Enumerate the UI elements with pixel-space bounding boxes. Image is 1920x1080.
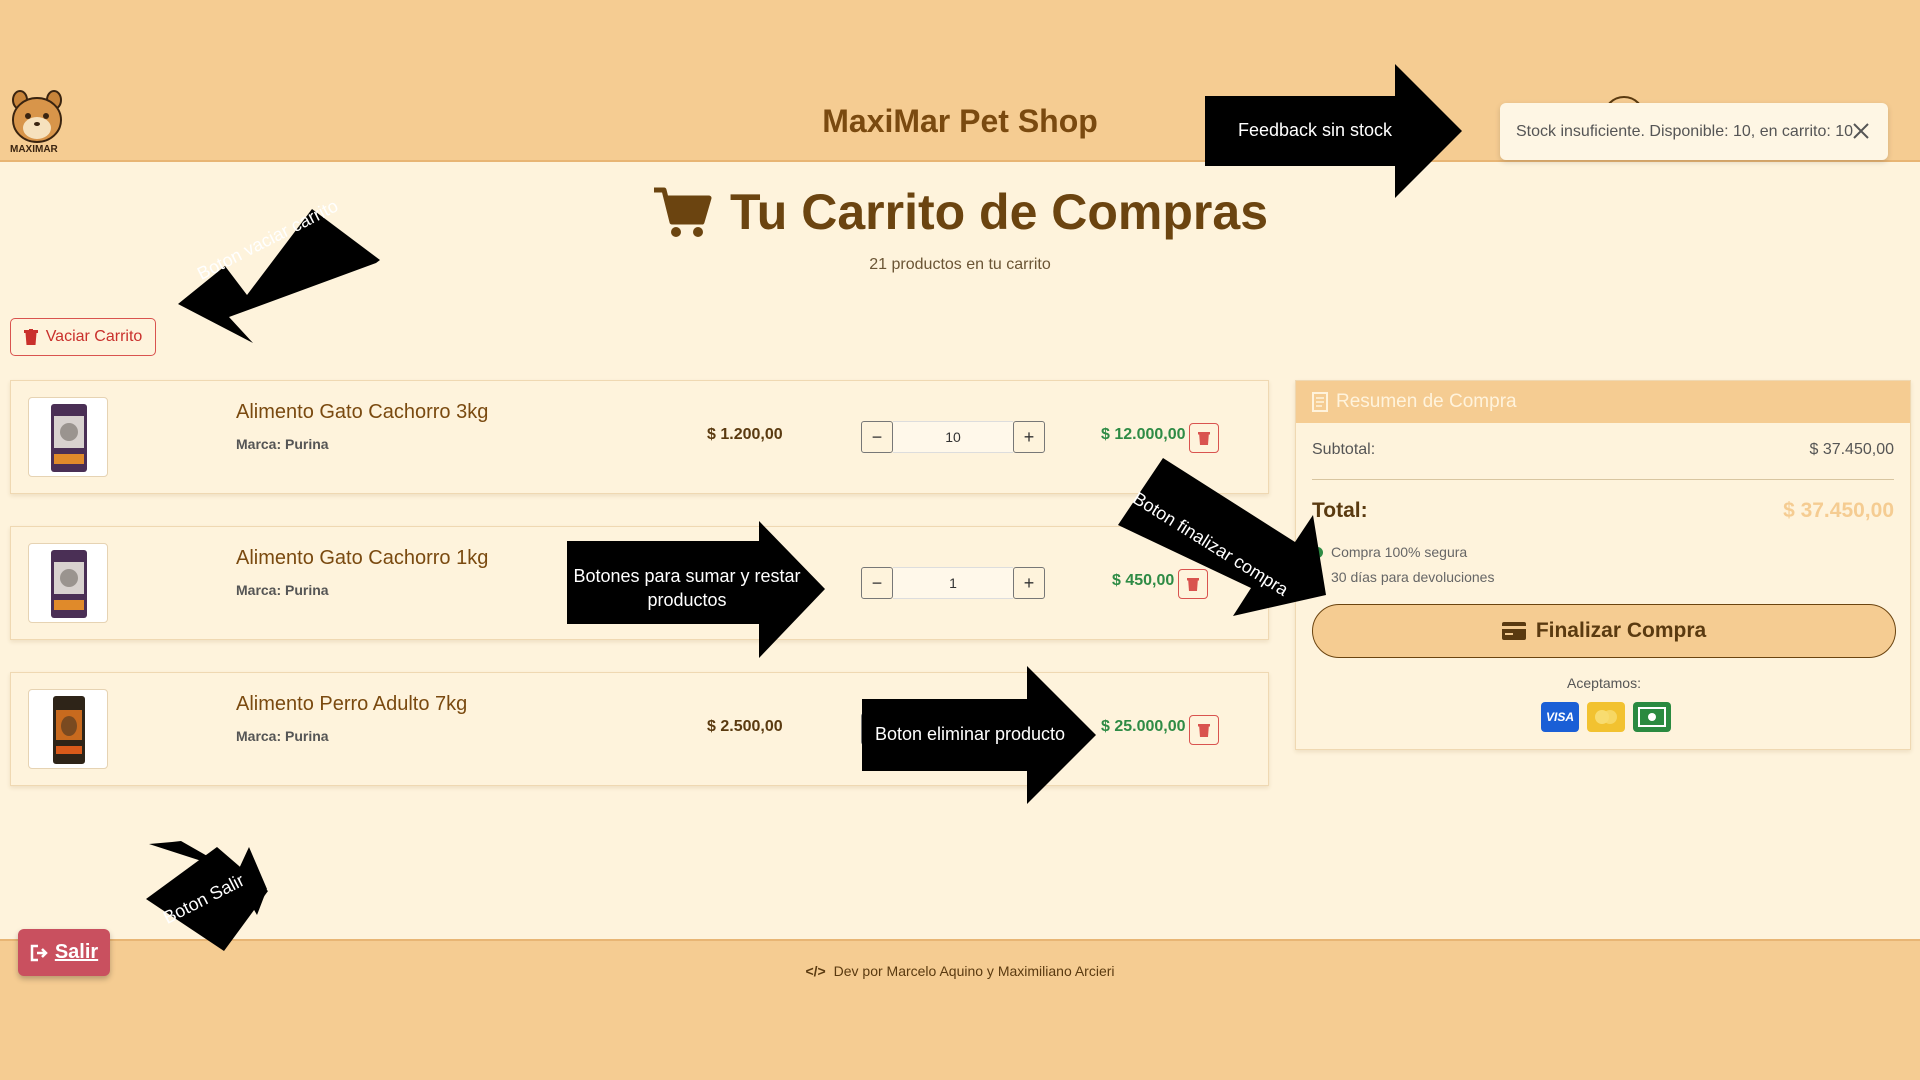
feature-text: 30 días para devoluciones <box>1331 569 1495 585</box>
quantity-stepper: − 1 + <box>861 567 1045 599</box>
trash-icon <box>1198 724 1210 737</box>
payment-methods: VISA <box>1541 702 1671 732</box>
product-image <box>28 397 108 477</box>
toast-message: Stock insuficiente. Disponible: 10, en c… <box>1516 122 1854 140</box>
product-image <box>28 543 108 623</box>
stock-toast: Stock insuficiente. Disponible: 10, en c… <box>1500 103 1888 160</box>
empty-cart-button[interactable]: Vaciar Carrito <box>10 318 156 356</box>
line-total: $ 450,00 <box>1112 572 1175 589</box>
footer: </> Dev por Marcelo Aquino y Maximiliano… <box>0 939 1920 1080</box>
unit-price: $ 1.200,00 <box>707 426 783 443</box>
decrease-button[interactable]: − <box>861 567 893 599</box>
annotation-qty-line-2: productos <box>647 590 727 610</box>
total-label: Total: <box>1312 499 1368 522</box>
sign-out-icon <box>30 944 48 961</box>
cart-count: 21 productos en tu carrito <box>869 256 1051 273</box>
shield-icon <box>1312 546 1323 558</box>
summary-header: Resumen de Compra <box>1296 381 1910 423</box>
summary-divider <box>1312 479 1894 480</box>
credit-text: Dev por Marcelo Aquino y Maximiliano Arc… <box>833 963 1115 979</box>
cart-heading: Tu Carrito de Compras <box>729 184 1269 240</box>
cat-food-bag-icon <box>51 550 87 618</box>
return-icon <box>1312 571 1323 583</box>
code-icon: </> <box>805 963 826 979</box>
receipt-icon <box>1312 392 1328 412</box>
feature-text: Compra 100% segura <box>1331 544 1468 560</box>
credit-card-icon <box>1501 622 1526 640</box>
visa-icon: VISA <box>1541 702 1579 732</box>
increase-button[interactable]: + <box>1013 567 1045 599</box>
product-brand: Marca: Purina <box>236 728 329 744</box>
cat-food-bag-icon <box>51 404 87 472</box>
checkout-button[interactable]: Finalizar Compra <box>1312 604 1896 658</box>
line-total: $ 12.000,00 <box>1101 426 1186 443</box>
annotation-qty-line-1: Botones para sumar y restar <box>573 566 801 586</box>
total-value: $ 37.450,00 <box>1783 499 1894 522</box>
line-total: $ 25.000,00 <box>1101 718 1186 735</box>
order-summary: Resumen de Compra Subtotal: $ 37.450,00 … <box>1295 380 1911 750</box>
shopping-cart-icon <box>653 187 712 237</box>
footer-credit: </> Dev por Marcelo Aquino y Maximiliano… <box>0 963 1920 979</box>
quantity-stepper: − 10 + <box>861 421 1045 453</box>
increase-button[interactable]: + <box>1013 421 1045 453</box>
checkout-label: Finalizar Compra <box>1535 619 1707 642</box>
delete-item-button[interactable] <box>1189 715 1219 745</box>
quantity-value[interactable]: 1 <box>893 567 1013 599</box>
product-name: Alimento Perro Adulto 7kg <box>236 693 468 715</box>
summary-title: Resumen de Compra <box>1336 391 1517 412</box>
subtotal-row: Subtotal: $ 37.450,00 <box>1312 441 1894 459</box>
close-icon[interactable] <box>1850 120 1872 142</box>
exit-button[interactable]: Salir <box>18 929 110 976</box>
exit-label: Salir <box>54 941 99 963</box>
trash-icon <box>1187 578 1199 591</box>
mastercard-icon <box>1587 702 1625 732</box>
quantity-value[interactable]: 10 <box>893 421 1013 453</box>
total-row: Total: $ 37.450,00 <box>1312 499 1894 523</box>
annotation-stock-feedback: Feedback sin stock <box>1237 120 1393 140</box>
annotation-delete-product: Boton eliminar producto <box>874 724 1066 744</box>
product-brand: Marca: Purina <box>236 436 329 452</box>
accept-label: Aceptamos: <box>1567 675 1641 691</box>
product-name: Alimento Gato Cachorro 1kg <box>236 547 489 569</box>
delete-item-button[interactable] <box>1189 423 1219 453</box>
product-image <box>28 689 108 769</box>
unit-price: $ 2.500,00 <box>707 718 783 735</box>
annotation-exit: Boton Salir <box>160 870 248 928</box>
subtotal-label: Subtotal: <box>1312 441 1376 458</box>
decrease-button[interactable]: − <box>861 421 893 453</box>
cart-item: Alimento Gato Cachorro 3kg Marca: Purina… <box>10 380 1269 494</box>
product-brand: Marca: Purina <box>236 582 329 598</box>
trash-icon <box>1198 432 1210 445</box>
dog-food-bag-icon <box>53 696 85 764</box>
secure-purchase-note: Compra 100% segura <box>1312 544 1467 560</box>
cart-item: Alimento Perro Adulto 7kg Marca: Purina … <box>10 672 1269 786</box>
delete-item-button[interactable] <box>1178 569 1208 599</box>
returns-note: 30 días para devoluciones <box>1312 569 1494 585</box>
subtotal-value: $ 37.450,00 <box>1809 441 1894 458</box>
empty-cart-label: Vaciar Carrito <box>45 328 143 345</box>
product-name: Alimento Gato Cachorro 3kg <box>236 401 489 423</box>
logo-text: MAXIMAR <box>10 144 58 155</box>
cash-icon <box>1633 702 1671 732</box>
trash-icon <box>23 329 38 345</box>
